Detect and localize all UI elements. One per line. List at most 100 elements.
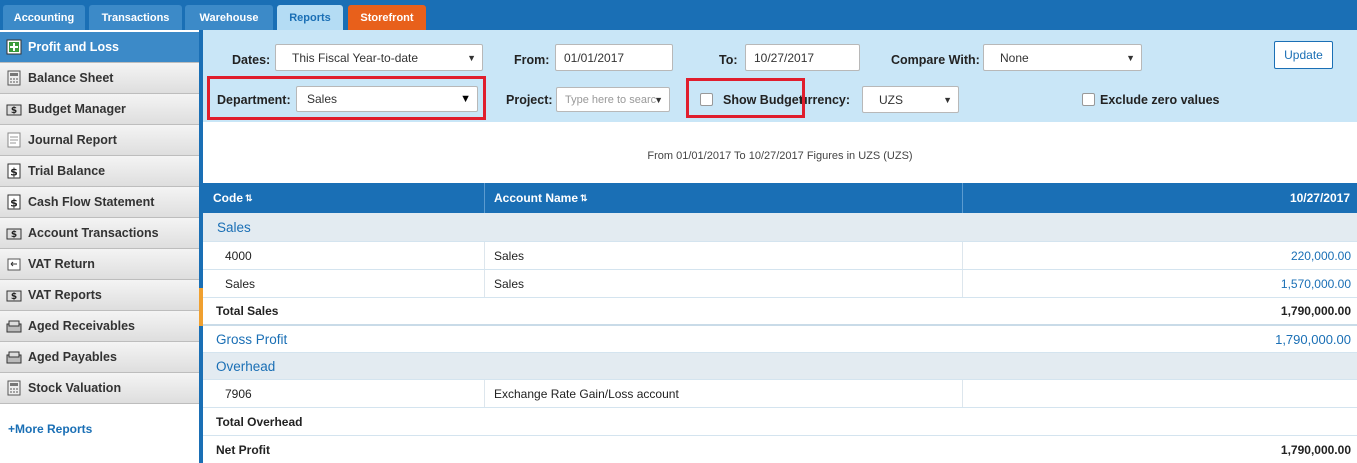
row-code: Sales — [225, 276, 256, 291]
sidebar-item-trial-balance[interactable]: $ Trial Balance — [0, 156, 199, 187]
more-reports-link[interactable]: +More Reports — [8, 422, 92, 436]
project-search-input[interactable]: Type here to searc ▼ — [556, 87, 670, 112]
column-label: 10/27/2017 — [1289, 191, 1350, 205]
table-row[interactable]: Sales Sales 1,570,000.00 — [203, 270, 1357, 298]
column-divider — [484, 380, 485, 407]
row-account-name: Exchange Rate Gain/Loss account — [494, 386, 679, 401]
to-label: To: — [719, 53, 738, 67]
code-column-header[interactable]: Code ⇅ — [213, 183, 253, 213]
show-budget-highlight-box — [686, 78, 805, 118]
money-stack-icon — [6, 349, 22, 366]
sidebar-item-aged-receivables[interactable]: Aged Receivables — [0, 311, 199, 342]
tab-label: Storefront — [360, 11, 414, 24]
row-amount-link[interactable]: 220,000.00 — [1291, 249, 1351, 263]
currency-value: UZS — [879, 92, 903, 107]
total-label: Total Overhead — [216, 414, 303, 429]
table-row[interactable]: 4000 Sales 220,000.00 — [203, 242, 1357, 270]
tab-warehouse[interactable]: Warehouse — [185, 5, 273, 30]
sidebar-item-profit-and-loss[interactable]: Profit and Loss — [0, 32, 199, 63]
sort-icon: ⇅ — [580, 192, 588, 203]
coins-icon: $ — [6, 225, 22, 242]
tab-label: Warehouse — [199, 11, 259, 24]
sidebar-item-vat-reports[interactable]: $ VAT Reports — [0, 280, 199, 311]
compare-with-select[interactable]: None ▼ — [983, 44, 1142, 71]
column-divider — [962, 270, 963, 297]
sidebar-item-account-transactions[interactable]: $ Account Transactions — [0, 218, 199, 249]
sidebar-item-journal-report[interactable]: Journal Report — [0, 125, 199, 156]
sidebar-item-label: Aged Payables — [28, 350, 117, 364]
report-filters-panel: Dates: This Fiscal Year-to-date ▼ From: … — [203, 30, 1357, 122]
sidebar-item-label: Cash Flow Statement — [28, 195, 155, 209]
row-account-name: Sales — [494, 276, 525, 291]
section-row-sales: Sales — [203, 213, 1357, 242]
gross-profit-label: Gross Profit — [216, 331, 288, 347]
sidebar-item-label: Profit and Loss — [28, 40, 119, 54]
sidebar-item-label: Balance Sheet — [28, 71, 114, 85]
sidebar-item-label: VAT Return — [28, 257, 95, 271]
sidebar-item-label: Journal Report — [28, 133, 117, 147]
section-label: Overhead — [216, 358, 276, 374]
sidebar-item-balance-sheet[interactable]: Balance Sheet — [0, 63, 199, 94]
column-divider — [484, 242, 485, 269]
svg-text:$: $ — [10, 197, 18, 210]
to-date-value: 10/27/2017 — [754, 50, 815, 65]
tab-transactions[interactable]: Transactions — [89, 5, 182, 30]
tab-reports[interactable]: Reports — [277, 5, 343, 30]
svg-text:$: $ — [11, 230, 17, 240]
currency-select[interactable]: UZS ▼ — [862, 86, 959, 113]
chevron-down-icon: ▼ — [654, 94, 663, 105]
row-amount-link[interactable]: 1,570,000.00 — [1281, 277, 1351, 291]
section-row-overhead: Overhead — [203, 353, 1357, 380]
report-table-header: Code ⇅ Account Name ⇅ 10/27/2017 — [203, 183, 1357, 213]
svg-text:$: $ — [10, 166, 18, 179]
gross-profit-value: 1,790,000.00 — [1275, 331, 1351, 347]
dates-select[interactable]: This Fiscal Year-to-date ▼ — [275, 44, 483, 71]
calculator-icon — [6, 70, 22, 87]
compare-with-value: None — [1000, 50, 1029, 65]
section-label: Sales — [217, 219, 251, 235]
table-row[interactable]: 7906 Exchange Rate Gain/Loss account — [203, 380, 1357, 408]
money-stack-icon — [6, 318, 22, 335]
column-divider — [962, 380, 963, 407]
column-divider — [962, 183, 963, 213]
report-subtitle: From 01/01/2017 To 10/27/2017 Figures in… — [647, 150, 913, 162]
row-account-name: Sales — [494, 248, 525, 263]
update-button[interactable]: Update — [1274, 41, 1333, 69]
column-divider — [484, 270, 485, 297]
dollar-icon: $ — [6, 194, 22, 211]
account-name-column-header[interactable]: Account Name ⇅ — [494, 183, 588, 213]
svg-text:$: $ — [11, 292, 17, 302]
sidebar-item-stock-valuation[interactable]: Stock Valuation — [0, 373, 199, 404]
sidebar-item-vat-return[interactable]: VAT Return — [0, 249, 199, 280]
column-divider — [962, 242, 963, 269]
sidebar-item-cash-flow-statement[interactable]: $ Cash Flow Statement — [0, 187, 199, 218]
row-code: 4000 — [225, 248, 252, 263]
date-column-header[interactable]: 10/27/2017 — [1290, 183, 1350, 213]
column-label: Account Name — [494, 191, 579, 205]
tab-label: Reports — [289, 11, 331, 24]
net-profit-row: Net Profit 1,790,000.00 — [203, 436, 1357, 463]
tab-label: Accounting — [13, 11, 75, 24]
column-divider — [484, 183, 485, 213]
sidebar-item-label: Aged Receivables — [28, 319, 135, 333]
dates-select-value: This Fiscal Year-to-date — [292, 50, 419, 65]
tab-accounting[interactable]: Accounting — [3, 5, 85, 30]
chevron-down-icon: ▼ — [943, 94, 952, 105]
exclude-zero-checkbox[interactable] — [1082, 93, 1095, 106]
sidebar-item-label: VAT Reports — [28, 288, 102, 302]
from-date-input[interactable]: 01/01/2017 — [555, 44, 673, 71]
to-date-input[interactable]: 10/27/2017 — [745, 44, 860, 71]
dates-label: Dates: — [232, 53, 271, 67]
coins-icon: $ — [6, 287, 22, 304]
svg-text:$: $ — [11, 106, 17, 116]
project-label: Project: — [506, 93, 553, 107]
tab-storefront[interactable]: Storefront — [348, 5, 426, 30]
sidebar-item-label: Budget Manager — [28, 102, 126, 116]
coins-icon: $ — [6, 101, 22, 118]
tab-label: Transactions — [101, 11, 170, 24]
total-label: Total Sales — [216, 304, 279, 318]
sidebar-item-budget-manager[interactable]: $ Budget Manager — [0, 94, 199, 125]
calculator-icon — [6, 380, 22, 397]
sidebar-item-label: Account Transactions — [28, 226, 159, 240]
sidebar-item-aged-payables[interactable]: Aged Payables — [0, 342, 199, 373]
